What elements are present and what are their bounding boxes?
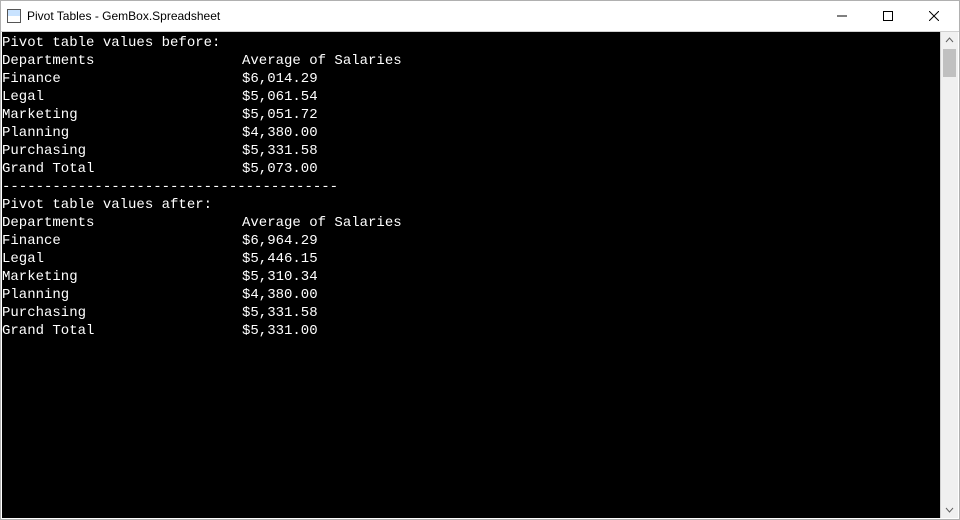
dept-value: $5,073.00 [242, 160, 318, 178]
dept-value: $5,331.00 [242, 322, 318, 340]
dept-value: $5,331.58 [242, 304, 318, 322]
close-icon [929, 11, 939, 21]
maximize-icon [883, 11, 893, 21]
table-row: Purchasing$5,331.58 [2, 304, 940, 322]
scrollbar-thumb[interactable] [943, 49, 956, 77]
dept-value: $5,051.72 [242, 106, 318, 124]
dept-name: Finance [2, 232, 242, 250]
table-row: Purchasing$5,331.58 [2, 142, 940, 160]
line-header-before: DepartmentsAverage of Salaries [2, 52, 940, 70]
col-departments-label: Departments [2, 214, 242, 232]
dept-name: Finance [2, 70, 242, 88]
table-row: Marketing$5,310.34 [2, 268, 940, 286]
col-average-label: Average of Salaries [242, 52, 402, 70]
text: Pivot table values before: [2, 34, 220, 52]
scroll-up-button[interactable] [941, 32, 958, 49]
dept-name: Marketing [2, 106, 242, 124]
vertical-scrollbar[interactable] [940, 32, 958, 518]
titlebar[interactable]: Pivot Tables - GemBox.Spreadsheet [1, 1, 959, 32]
dept-name: Planning [2, 286, 242, 304]
col-departments-label: Departments [2, 52, 242, 70]
dept-name: Purchasing [2, 304, 242, 322]
table-row: Marketing$5,051.72 [2, 106, 940, 124]
line-before-heading: Pivot table values before: [2, 34, 940, 52]
dept-name: Purchasing [2, 142, 242, 160]
divider-line: ---------------------------------------- [2, 178, 940, 196]
chevron-up-icon [945, 36, 954, 45]
dept-name: Legal [2, 88, 242, 106]
dept-value: $6,014.29 [242, 70, 318, 88]
minimize-icon [837, 11, 847, 21]
table-row: Grand Total$5,073.00 [2, 160, 940, 178]
text: ---------------------------------------- [2, 178, 338, 196]
table-row: Finance$6,014.29 [2, 70, 940, 88]
dept-value: $5,446.15 [242, 250, 318, 268]
client-area: Pivot table values before: DepartmentsAv… [2, 32, 958, 518]
dept-name: Marketing [2, 268, 242, 286]
app-icon [7, 9, 21, 23]
line-after-heading: Pivot table values after: [2, 196, 940, 214]
maximize-button[interactable] [865, 1, 911, 31]
col-average-label: Average of Salaries [242, 214, 402, 232]
dept-value: $5,310.34 [242, 268, 318, 286]
text: Pivot table values after: [2, 196, 212, 214]
table-row: Finance$6,964.29 [2, 232, 940, 250]
dept-name: Grand Total [2, 160, 242, 178]
chevron-down-icon [945, 505, 954, 514]
dept-name: Legal [2, 250, 242, 268]
window: Pivot Tables - GemBox.Spreadsheet Pivot … [0, 0, 960, 520]
minimize-button[interactable] [819, 1, 865, 31]
dept-value: $4,380.00 [242, 124, 318, 142]
table-row: Legal$5,061.54 [2, 88, 940, 106]
dept-name: Planning [2, 124, 242, 142]
dept-name: Grand Total [2, 322, 242, 340]
line-header-after: DepartmentsAverage of Salaries [2, 214, 940, 232]
close-button[interactable] [911, 1, 957, 31]
table-row: Planning$4,380.00 [2, 286, 940, 304]
table-row: Grand Total$5,331.00 [2, 322, 940, 340]
dept-value: $4,380.00 [242, 286, 318, 304]
dept-value: $6,964.29 [242, 232, 318, 250]
table-row: Legal$5,446.15 [2, 250, 940, 268]
scroll-down-button[interactable] [941, 501, 958, 518]
window-title: Pivot Tables - GemBox.Spreadsheet [27, 9, 220, 23]
table-row: Planning$4,380.00 [2, 124, 940, 142]
dept-value: $5,331.58 [242, 142, 318, 160]
console-output: Pivot table values before: DepartmentsAv… [2, 32, 940, 518]
dept-value: $5,061.54 [242, 88, 318, 106]
